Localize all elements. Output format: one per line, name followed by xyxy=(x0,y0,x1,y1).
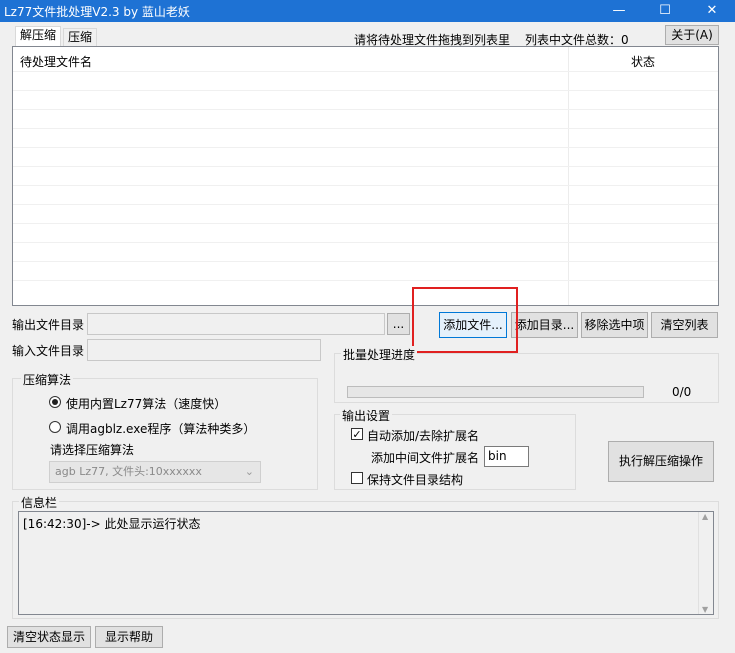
clear-list-button[interactable]: 清空列表 xyxy=(651,312,718,338)
scroll-down-icon[interactable]: ▼ xyxy=(702,605,708,614)
external-agblz-radio[interactable] xyxy=(49,421,61,433)
minimize-button[interactable]: — xyxy=(596,0,642,22)
row-line xyxy=(13,166,718,167)
file-count-text: 列表中文件总数： xyxy=(525,33,622,47)
info-group-label: 信息栏 xyxy=(19,494,60,511)
browse-output-button[interactable]: ... xyxy=(387,313,410,335)
auto-extension-label[interactable]: 自动添加/去除扩展名 xyxy=(367,427,479,444)
output-settings-label: 输出设置 xyxy=(340,407,393,424)
select-algorithm-label: 请选择压缩算法 xyxy=(50,443,135,457)
log-line: [16:42:30]-> 此处显示运行状态 xyxy=(23,517,201,531)
row-line xyxy=(13,242,718,243)
output-dir-label: 输出文件目录 xyxy=(12,318,85,332)
row-line xyxy=(13,147,718,148)
maximize-button[interactable]: ☐ xyxy=(642,0,688,22)
row-line xyxy=(13,261,718,262)
external-agblz-label[interactable]: 调用agblz.exe程序（算法种类多） xyxy=(66,420,255,437)
input-dir-input[interactable] xyxy=(87,339,321,361)
builtin-lz77-label[interactable]: 使用内置Lz77算法（速度快） xyxy=(66,395,226,412)
row-line xyxy=(13,280,718,281)
status-log[interactable]: [16:42:30]-> 此处显示运行状态 ▲ ▼ xyxy=(18,511,714,615)
row-line xyxy=(13,128,718,129)
keep-structure-checkbox[interactable] xyxy=(351,472,363,484)
title-bar: Lz77文件批处理V2.3 by 蓝山老妖 — ☐ ✕ xyxy=(0,0,735,22)
tab-compress[interactable]: 压缩 xyxy=(63,28,98,46)
row-line xyxy=(13,185,718,186)
row-line xyxy=(13,71,718,72)
checkmark-icon: ✓ xyxy=(352,428,362,441)
progress-text: 0/0 xyxy=(672,385,692,399)
file-count-value: 0 xyxy=(621,33,629,47)
algorithm-group-label: 压缩算法 xyxy=(21,371,74,388)
close-button[interactable]: ✕ xyxy=(689,0,735,22)
file-list[interactable]: 待处理文件名 状态 xyxy=(12,46,719,306)
show-help-button[interactable]: 显示帮助 xyxy=(95,626,163,648)
mid-extension-input[interactable]: bin xyxy=(484,446,529,467)
keep-structure-label[interactable]: 保持文件目录结构 xyxy=(367,471,463,488)
clear-status-button[interactable]: 清空状态显示 xyxy=(7,626,91,648)
mid-extension-label: 添加中间文件扩展名 xyxy=(371,451,480,465)
builtin-lz77-radio[interactable] xyxy=(49,396,61,408)
scroll-up-icon[interactable]: ▲ xyxy=(702,512,708,521)
column-header-filename[interactable]: 待处理文件名 xyxy=(20,53,92,70)
algorithm-select-value: agb Lz77, 文件头:10xxxxxx xyxy=(55,465,202,478)
progress-bar xyxy=(347,386,644,398)
input-dir-label: 输入文件目录 xyxy=(12,344,85,358)
add-directory-button[interactable]: 添加目录... xyxy=(511,312,578,338)
auto-extension-checkbox[interactable]: ✓ xyxy=(351,428,363,440)
algorithm-select[interactable]: agb Lz77, 文件头:10xxxxxx ⌄ xyxy=(49,461,261,483)
tab-decompress[interactable]: 解压缩 xyxy=(15,26,62,46)
highlight-box xyxy=(412,287,518,353)
column-header-status[interactable]: 状态 xyxy=(631,53,655,70)
remove-selected-button[interactable]: 移除选中项 xyxy=(581,312,648,338)
log-scrollbar[interactable]: ▲ ▼ xyxy=(698,512,713,614)
column-divider xyxy=(568,47,569,305)
row-line xyxy=(13,223,718,224)
progress-group-label: 批量处理进度 xyxy=(341,346,418,363)
window-title: Lz77文件批处理V2.3 by 蓝山老妖 xyxy=(4,5,190,19)
row-line xyxy=(13,204,718,205)
row-line xyxy=(13,90,718,91)
execute-decompress-button[interactable]: 执行解压缩操作 xyxy=(608,441,714,482)
output-dir-input[interactable] xyxy=(87,313,385,335)
chevron-down-icon: ⌄ xyxy=(244,465,254,478)
about-button[interactable]: 关于(A) xyxy=(665,25,719,45)
row-line xyxy=(13,109,718,110)
